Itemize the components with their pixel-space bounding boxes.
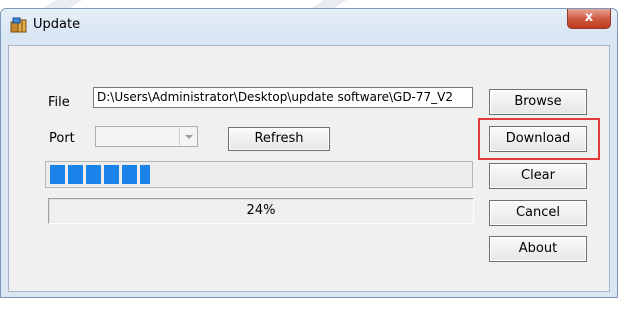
about-button[interactable]: About	[489, 236, 587, 262]
progress-percent-box: 24%	[48, 198, 474, 224]
title-bar[interactable]: Update x	[1, 9, 617, 39]
close-icon: x	[584, 10, 594, 25]
progress-bar-fill	[50, 165, 150, 184]
file-label: File	[48, 95, 70, 110]
clear-button[interactable]: Clear	[489, 163, 587, 189]
screenshot-stage: Update x File D:\Users\Administrator\Des…	[0, 0, 632, 320]
progress-bar	[45, 161, 473, 188]
window-title: Update	[33, 17, 81, 32]
port-label: Port	[49, 131, 75, 146]
file-path-field[interactable]: D:\Users\Administrator\Desktop\update so…	[93, 87, 473, 108]
browse-button[interactable]: Browse	[489, 89, 587, 115]
box-icon	[10, 17, 27, 33]
chevron-down-icon[interactable]	[179, 128, 196, 145]
port-select[interactable]	[95, 126, 198, 147]
download-button[interactable]: Download	[489, 126, 587, 152]
progress-percent-text: 24%	[246, 203, 276, 218]
refresh-button[interactable]: Refresh	[228, 127, 330, 151]
close-button[interactable]: x	[567, 9, 611, 29]
cancel-button[interactable]: Cancel	[489, 200, 587, 226]
